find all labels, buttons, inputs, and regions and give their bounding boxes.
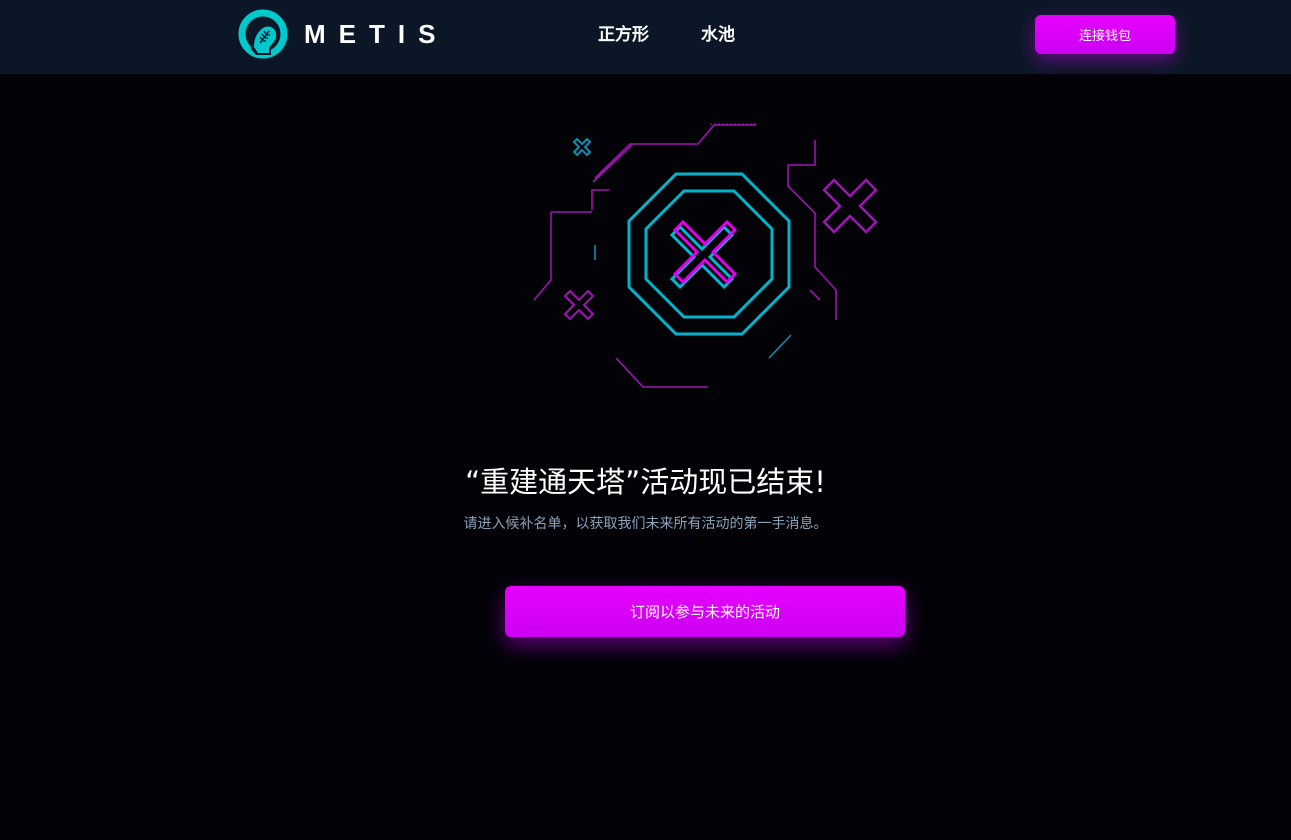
nav-link-square[interactable]: 正方形	[598, 22, 649, 48]
logo-wordmark: METIS	[304, 18, 449, 49]
metis-logo[interactable]: METIS	[238, 9, 448, 59]
event-ended-title: “重建通天塔”活动现已结束!	[465, 465, 826, 499]
main-nav: 正方形 水池	[598, 22, 735, 48]
nav-link-pool[interactable]: 水池	[701, 22, 735, 48]
metis-head-logo-icon	[238, 9, 288, 59]
waitlist-description: 请进入候补名单，以获取我们未来所有活动的第一手消息。	[463, 516, 828, 532]
subscribe-button[interactable]: 订阅以参与未来的活动	[505, 586, 905, 637]
connect-wallet-button[interactable]: 连接钱包	[1035, 15, 1175, 54]
top-header: METIS 正方形 水池 连接钱包	[0, 0, 1291, 74]
error-x-octagon-icon	[533, 123, 878, 388]
